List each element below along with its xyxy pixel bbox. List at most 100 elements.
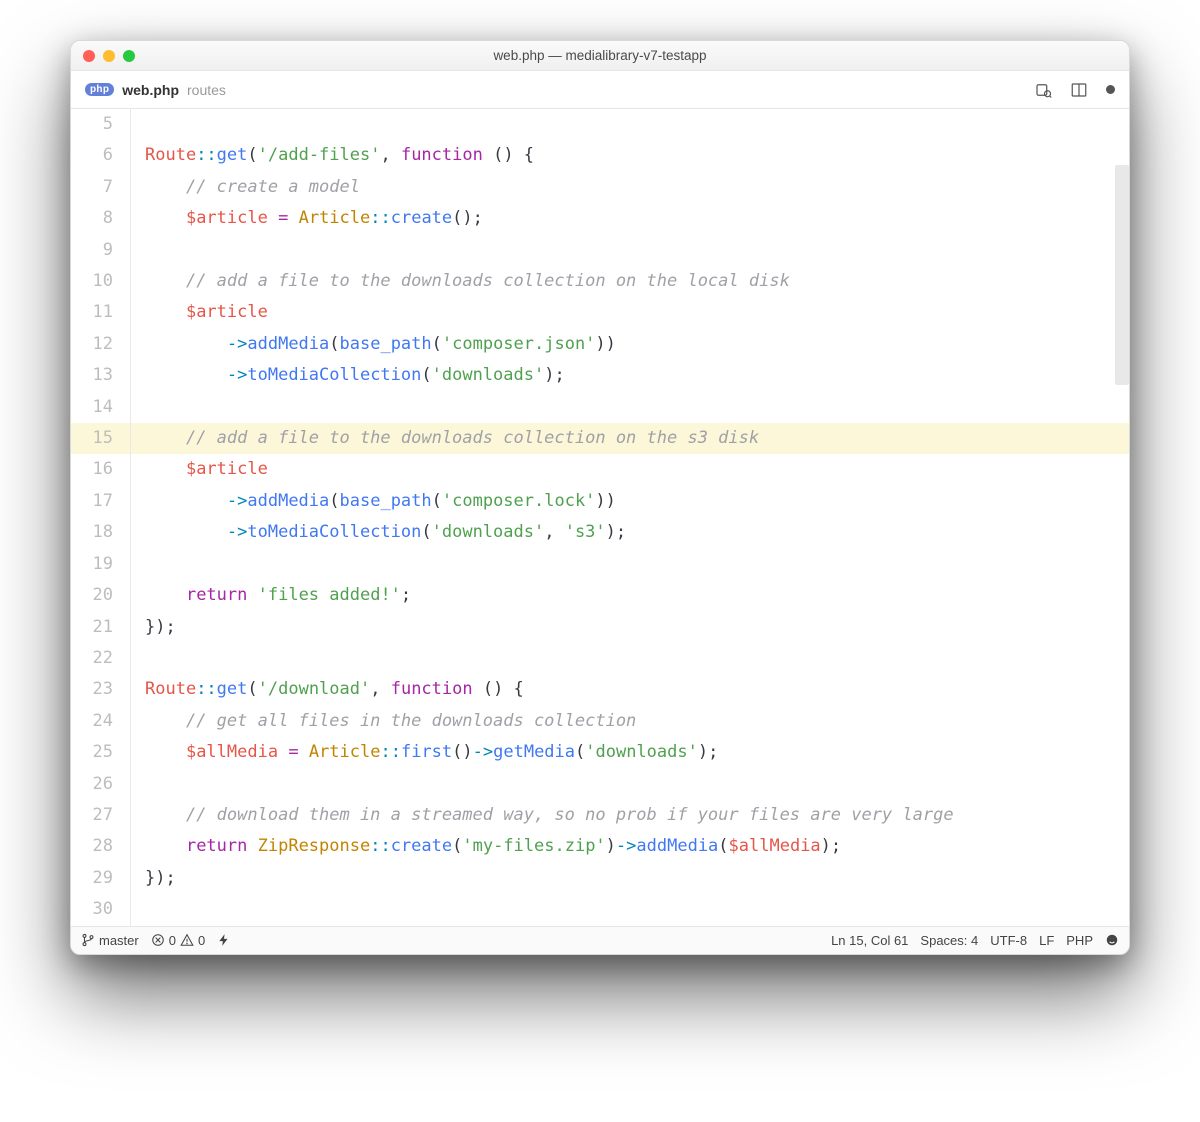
line-content[interactable]: // create a model [131, 172, 1129, 203]
code-line[interactable]: 10 // add a file to the downloads collec… [71, 266, 1129, 297]
line-number[interactable]: 28 [71, 831, 131, 862]
line-content[interactable] [131, 235, 1129, 266]
line-content[interactable]: $article [131, 297, 1129, 328]
preview-icon[interactable] [1034, 81, 1052, 99]
line-content[interactable]: return 'files added!'; [131, 580, 1129, 611]
maximize-window-button[interactable] [123, 50, 135, 62]
close-window-button[interactable] [83, 50, 95, 62]
code-line[interactable]: 17 ->addMedia(base_path('composer.lock')… [71, 486, 1129, 517]
code-line[interactable]: 18 ->toMediaCollection('downloads', 's3'… [71, 517, 1129, 548]
line-number[interactable]: 5 [71, 109, 131, 140]
line-content[interactable]: // add a file to the downloads collectio… [131, 423, 1129, 454]
line-number[interactable]: 8 [71, 203, 131, 234]
code-line[interactable]: 22 [71, 643, 1129, 674]
line-content[interactable] [131, 769, 1129, 800]
line-content[interactable]: $allMedia = Article::first()->getMedia('… [131, 737, 1129, 768]
action-indicator[interactable] [217, 933, 231, 947]
line-number[interactable]: 19 [71, 549, 131, 580]
line-number[interactable]: 20 [71, 580, 131, 611]
line-content[interactable]: }); [131, 863, 1129, 894]
line-number[interactable]: 13 [71, 360, 131, 391]
line-number[interactable]: 6 [71, 140, 131, 171]
indentation[interactable]: Spaces: 4 [920, 933, 978, 948]
code-line[interactable]: 12 ->addMedia(base_path('composer.json')… [71, 329, 1129, 360]
line-number[interactable]: 12 [71, 329, 131, 360]
titlebar: web.php — medialibrary-v7-testapp [71, 41, 1129, 71]
code-line[interactable]: 30 [71, 894, 1129, 925]
code-line[interactable]: 29}); [71, 863, 1129, 894]
line-content[interactable] [131, 109, 1129, 140]
line-number[interactable]: 14 [71, 392, 131, 423]
feedback-icon[interactable] [1105, 933, 1119, 947]
eol[interactable]: LF [1039, 933, 1054, 948]
line-content[interactable] [131, 549, 1129, 580]
line-content[interactable]: }); [131, 612, 1129, 643]
line-number[interactable]: 18 [71, 517, 131, 548]
line-number[interactable]: 9 [71, 235, 131, 266]
line-content[interactable] [131, 392, 1129, 423]
code-line[interactable]: 9 [71, 235, 1129, 266]
line-number[interactable]: 26 [71, 769, 131, 800]
code-line[interactable]: 5 [71, 109, 1129, 140]
window-controls [71, 50, 135, 62]
code-line[interactable]: 6Route::get('/add-files', function () { [71, 140, 1129, 171]
code-line[interactable]: 15 // add a file to the downloads collec… [71, 423, 1129, 454]
code-line[interactable]: 25 $allMedia = Article::first()->getMedi… [71, 737, 1129, 768]
line-content[interactable] [131, 643, 1129, 674]
line-number[interactable]: 11 [71, 297, 131, 328]
line-number[interactable]: 21 [71, 612, 131, 643]
line-number[interactable]: 27 [71, 800, 131, 831]
code-line[interactable]: 26 [71, 769, 1129, 800]
minimize-window-button[interactable] [103, 50, 115, 62]
code-line[interactable]: 20 return 'files added!'; [71, 580, 1129, 611]
code-editor[interactable]: 5 6Route::get('/add-files', function () … [71, 109, 1129, 926]
line-number[interactable]: 17 [71, 486, 131, 517]
line-content[interactable]: // add a file to the downloads collectio… [131, 266, 1129, 297]
code-line[interactable]: 13 ->toMediaCollection('downloads'); [71, 360, 1129, 391]
line-content[interactable]: $article = Article::create(); [131, 203, 1129, 234]
language-mode[interactable]: PHP [1066, 933, 1093, 948]
active-tab[interactable]: php web.php routes [85, 82, 226, 98]
line-content[interactable]: ->addMedia(base_path('composer.json')) [131, 329, 1129, 360]
line-content[interactable]: ->toMediaCollection('downloads', 's3'); [131, 517, 1129, 548]
line-content[interactable]: Route::get('/add-files', function () { [131, 140, 1129, 171]
line-content[interactable]: ->toMediaCollection('downloads'); [131, 360, 1129, 391]
code-line[interactable]: 14 [71, 392, 1129, 423]
line-number[interactable]: 30 [71, 894, 131, 925]
line-number[interactable]: 23 [71, 674, 131, 705]
git-branch[interactable]: master [81, 933, 139, 948]
code-line[interactable]: 23Route::get('/download', function () { [71, 674, 1129, 705]
scrollbar-thumb[interactable] [1115, 165, 1129, 385]
line-number[interactable]: 29 [71, 863, 131, 894]
line-number[interactable]: 25 [71, 737, 131, 768]
code-line[interactable]: 8 $article = Article::create(); [71, 203, 1129, 234]
code-line[interactable]: 28 return ZipResponse::create('my-files.… [71, 831, 1129, 862]
status-bar: master 0 0 Ln 15, Col 61 Spaces: 4 UTF-8… [71, 926, 1129, 954]
line-number[interactable]: 10 [71, 266, 131, 297]
editor-window: web.php — medialibrary-v7-testapp php we… [70, 40, 1130, 955]
line-content[interactable] [131, 894, 1129, 925]
cursor-position[interactable]: Ln 15, Col 61 [831, 933, 908, 948]
split-editor-icon[interactable] [1070, 81, 1088, 99]
line-number[interactable]: 22 [71, 643, 131, 674]
code-line[interactable]: 24 // get all files in the downloads col… [71, 706, 1129, 737]
code-line[interactable]: 21}); [71, 612, 1129, 643]
code-line[interactable]: 19 [71, 549, 1129, 580]
line-number[interactable]: 15 [71, 423, 131, 454]
modified-indicator-icon[interactable] [1106, 85, 1115, 94]
line-content[interactable]: // get all files in the downloads collec… [131, 706, 1129, 737]
line-number[interactable]: 24 [71, 706, 131, 737]
line-content[interactable]: $article [131, 454, 1129, 485]
problems[interactable]: 0 0 [151, 933, 205, 948]
line-content[interactable]: return ZipResponse::create('my-files.zip… [131, 831, 1129, 862]
code-line[interactable]: 7 // create a model [71, 172, 1129, 203]
line-number[interactable]: 16 [71, 454, 131, 485]
code-line[interactable]: 16 $article [71, 454, 1129, 485]
line-content[interactable]: ->addMedia(base_path('composer.lock')) [131, 486, 1129, 517]
line-number[interactable]: 7 [71, 172, 131, 203]
encoding[interactable]: UTF-8 [990, 933, 1027, 948]
line-content[interactable]: Route::get('/download', function () { [131, 674, 1129, 705]
line-content[interactable]: // download them in a streamed way, so n… [131, 800, 1129, 831]
code-line[interactable]: 11 $article [71, 297, 1129, 328]
code-line[interactable]: 27 // download them in a streamed way, s… [71, 800, 1129, 831]
